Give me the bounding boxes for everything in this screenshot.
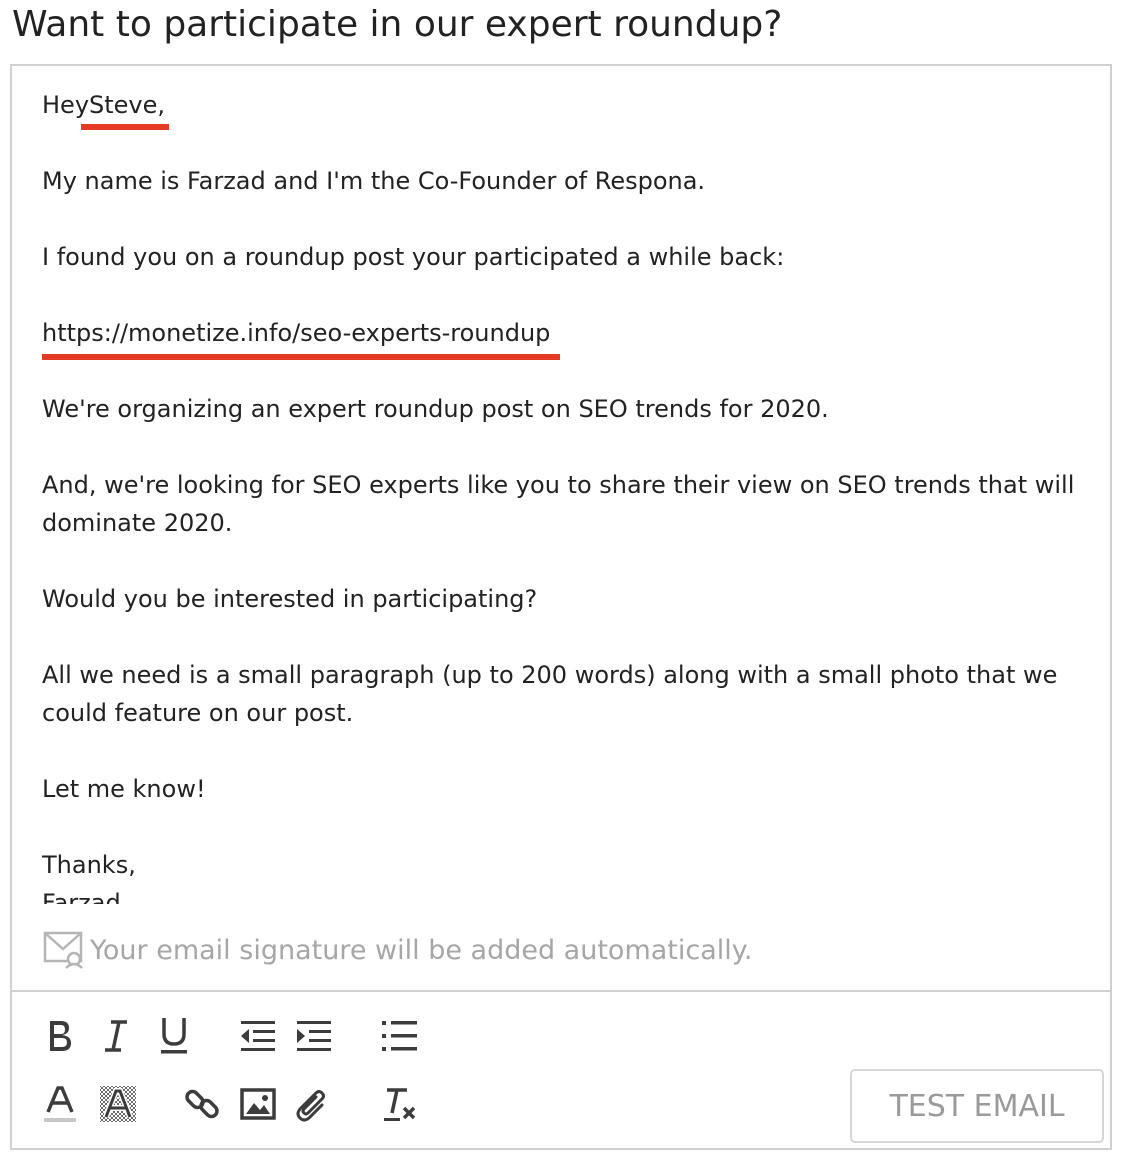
body-paragraph-request: All we need is a small paragraph (up to … [42,661,1058,727]
roundup-url-variable[interactable]: https://monetize.info/seo-experts-roundu… [42,314,561,360]
envelope-signature-icon [42,930,90,970]
bulleted-list-icon [381,1019,419,1053]
highlight-color-icon [99,1085,137,1123]
body-paragraph-organizing: We're organizing an expert roundup post … [42,395,829,423]
outdent-button[interactable] [238,1016,278,1056]
bold-button[interactable] [40,1016,80,1056]
italic-button[interactable] [96,1016,136,1056]
underline-button[interactable] [154,1016,194,1056]
body-paragraph-found: I found you on a roundup post your parti… [42,243,785,271]
toolbar-divider [12,990,1110,992]
link-button[interactable] [182,1084,222,1124]
attachment-icon [294,1085,330,1123]
outdent-icon [239,1019,277,1053]
link-icon [183,1085,221,1123]
bold-icon [45,1018,75,1054]
body-paragraph-letmeknow: Let me know! [42,775,206,803]
signoff-block: Thanks, Farzad [42,846,1082,904]
email-body[interactable]: Hey Steve, My name is Farzad and I'm the… [42,86,1082,904]
signature-notice: Your email signature will be added autom… [42,930,753,970]
clear-formatting-icon [381,1085,419,1123]
indent-button[interactable] [294,1016,334,1056]
body-paragraph-link: https://monetize.info/seo-experts-roundu… [42,314,1082,360]
underline-icon [158,1016,190,1056]
image-icon [240,1088,276,1120]
bulleted-list-button[interactable] [380,1016,420,1056]
sender-name: Farzad [42,889,121,904]
greeting-line: Hey Steve, [42,86,1082,130]
text-color-icon [43,1084,77,1124]
attachment-button[interactable] [292,1084,332,1124]
test-email-button[interactable]: TEST EMAIL [850,1069,1104,1143]
body-paragraph-intro: My name is Farzad and I'm the Co-Founder… [42,167,706,195]
insert-image-button[interactable] [238,1084,278,1124]
body-paragraph-question: Would you be interested in participating… [42,585,538,613]
body-paragraph-looking: And, we're looking for SEO experts like … [42,471,1075,537]
email-subject[interactable]: Want to participate in our expert roundu… [12,4,782,45]
highlight-color-button[interactable] [98,1084,138,1124]
signature-notice-text: Your email signature will be added autom… [90,934,753,966]
signoff: Thanks, [42,851,136,879]
text-color-button[interactable] [40,1084,80,1124]
clear-formatting-button[interactable] [380,1084,420,1124]
recipient-name-variable[interactable]: Steve, [81,86,170,130]
indent-icon [295,1019,333,1053]
italic-icon [101,1018,131,1054]
greeting-prefix: Hey [42,91,90,119]
email-editor: Hey Steve, My name is Farzad and I'm the… [10,64,1112,1150]
